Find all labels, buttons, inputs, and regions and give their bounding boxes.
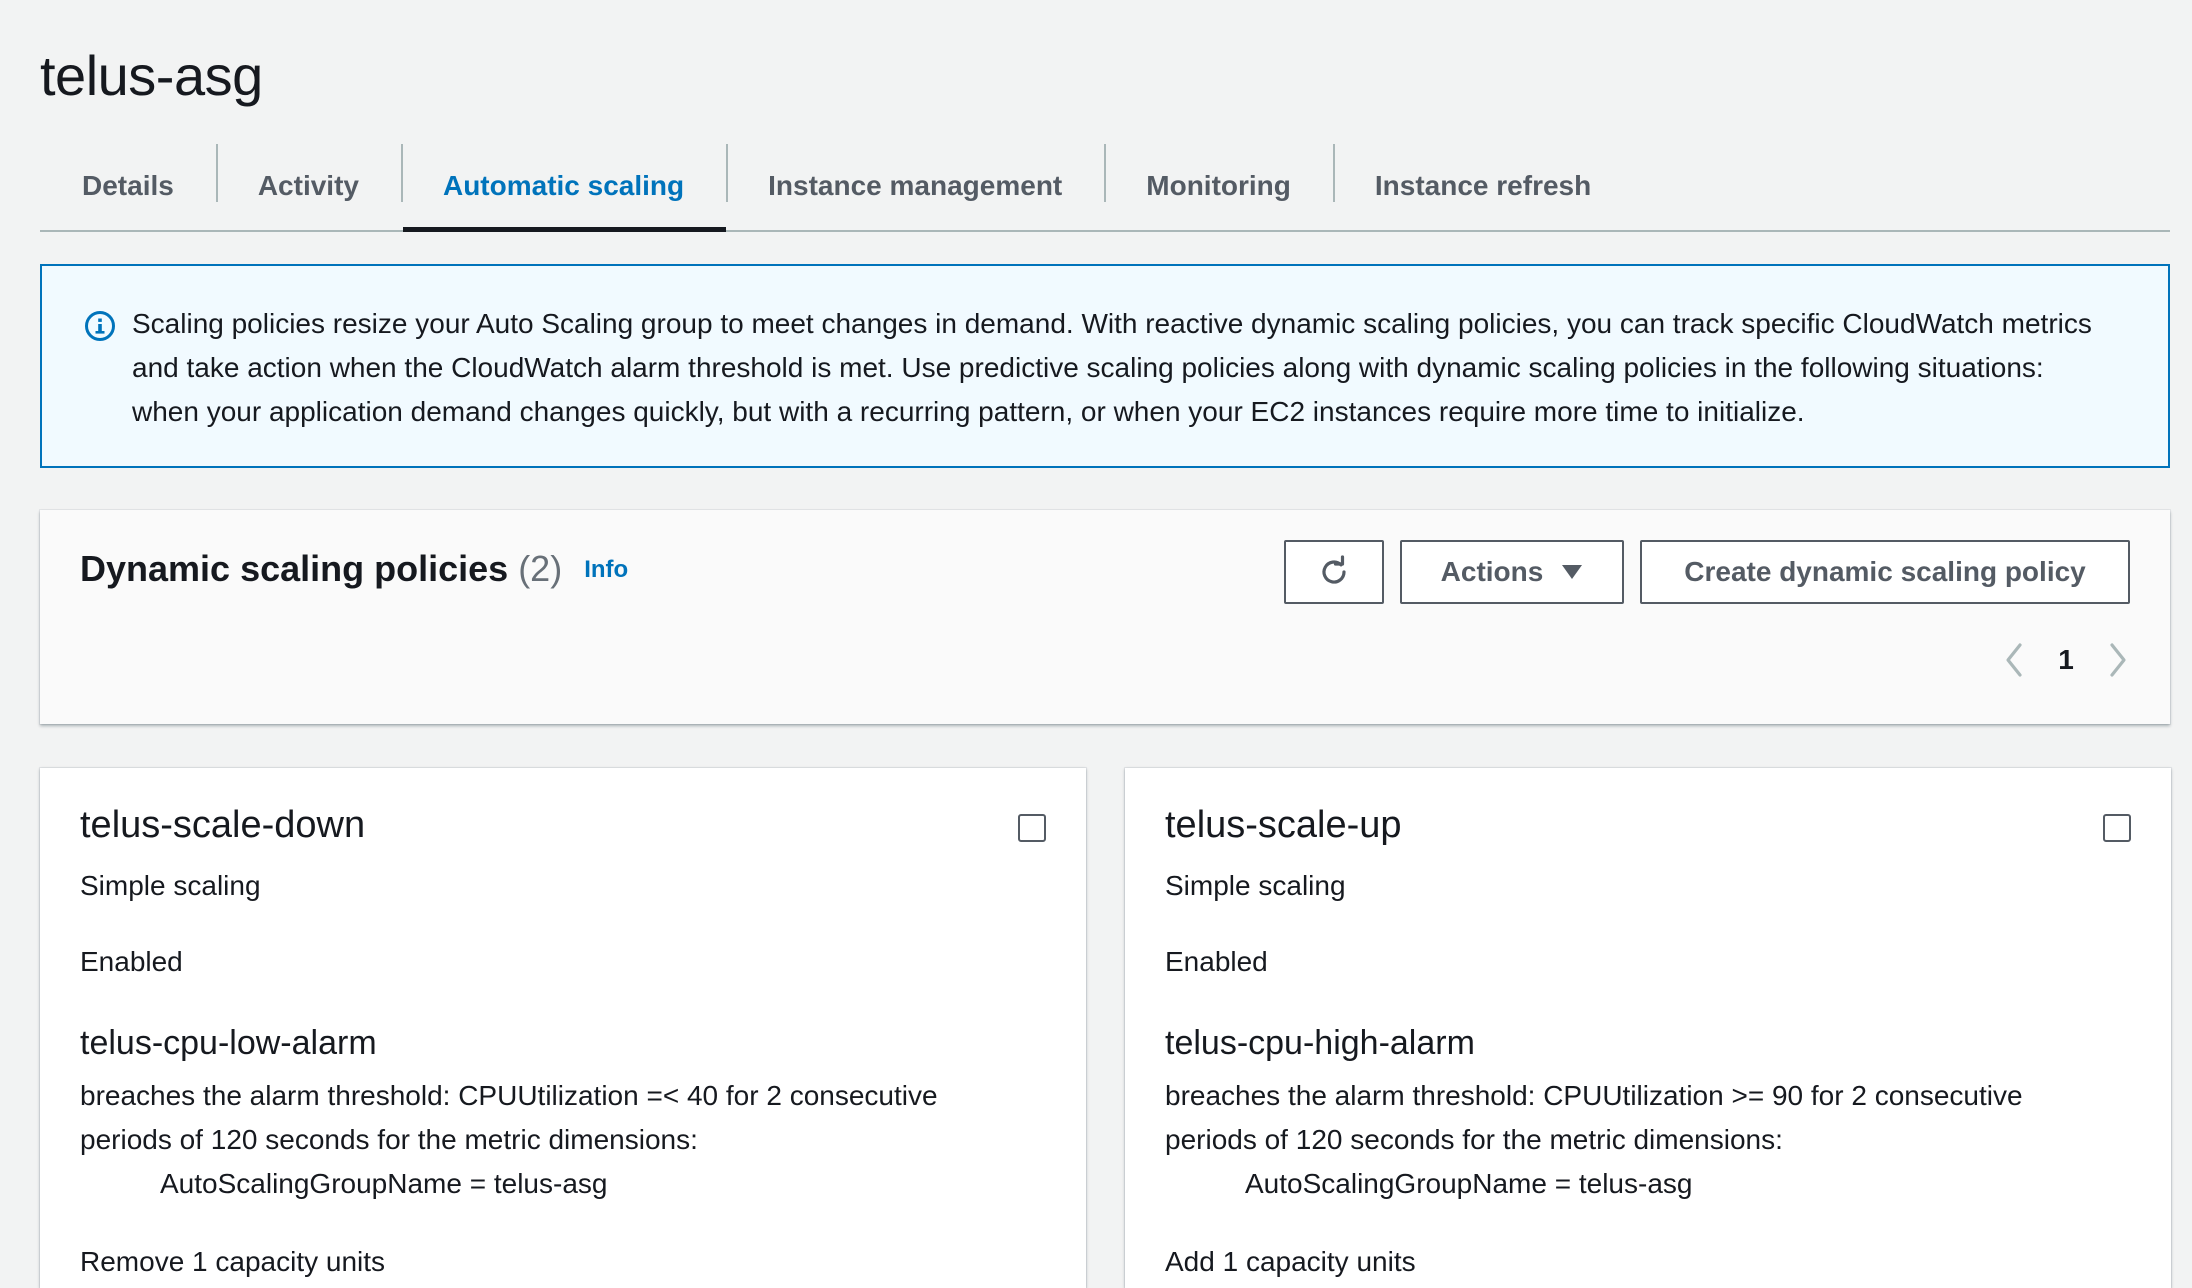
policy-name: telus-scale-down xyxy=(80,804,366,846)
pagination: 1 xyxy=(2002,630,2130,690)
create-dynamic-scaling-policy-button[interactable]: Create dynamic scaling policy xyxy=(1640,540,2130,604)
metric-dimension: AutoScalingGroupName = telus-asg xyxy=(1245,1168,1693,1199)
info-circle-icon xyxy=(85,311,115,341)
alarm-description-line: periods of 120 seconds for the metric di… xyxy=(80,1124,698,1155)
tab-list: Details Activity Automatic scaling Insta… xyxy=(40,142,2170,232)
tab-activity[interactable]: Activity xyxy=(215,142,401,230)
policy-card-scale-down: telus-scale-down Simple scaling Enabled … xyxy=(40,768,1086,1288)
dynamic-scaling-policies-panel: Dynamic scaling policies (2) Info Action… xyxy=(40,510,2170,724)
chevron-right-icon xyxy=(2110,643,2126,677)
next-page-button[interactable] xyxy=(2106,640,2130,680)
alarm-description-line: breaches the alarm threshold: CPUUtiliza… xyxy=(1165,1080,2023,1111)
policy-type: Simple scaling xyxy=(80,870,261,901)
policy-count: (2) xyxy=(518,548,563,589)
refresh-icon xyxy=(1322,555,1346,584)
actions-label: Actions xyxy=(1440,556,1544,587)
alarm-description: breaches the alarm threshold: CPUUtiliza… xyxy=(80,1074,1040,1162)
info-alert-line: Scaling policies resize your Auto Scalin… xyxy=(132,308,2092,339)
policy-status: Enabled xyxy=(80,946,183,977)
policy-select-checkbox[interactable] xyxy=(2103,814,2131,842)
alarm-name: telus-cpu-high-alarm xyxy=(1165,1024,1475,1062)
chevron-left-icon xyxy=(2006,643,2022,677)
alarm-description: breaches the alarm threshold: CPUUtiliza… xyxy=(1165,1074,2125,1162)
info-link[interactable]: Info xyxy=(584,556,628,583)
previous-page-button[interactable] xyxy=(2002,640,2026,680)
page-number-1[interactable]: 1 xyxy=(2056,644,2076,676)
scaling-action: Remove 1 capacity units xyxy=(80,1246,386,1277)
refresh-button[interactable] xyxy=(1284,540,1384,604)
info-alert: Scaling policies resize your Auto Scalin… xyxy=(40,264,2170,468)
info-alert-text: Scaling policies resize your Auto Scalin… xyxy=(132,302,2122,434)
tab-instance-management[interactable]: Instance management xyxy=(726,142,1104,230)
policy-name: telus-scale-up xyxy=(1165,804,1402,846)
page-title: telus-asg xyxy=(40,43,263,107)
panel-title-text: Dynamic scaling policies xyxy=(80,548,509,589)
tab-monitoring[interactable]: Monitoring xyxy=(1104,142,1333,230)
actions-dropdown-button[interactable]: Actions xyxy=(1400,540,1624,604)
tab-details[interactable]: Details xyxy=(40,142,216,230)
tab-automatic-scaling[interactable]: Automatic scaling xyxy=(400,142,727,232)
policy-card-scale-up: telus-scale-up Simple scaling Enabled te… xyxy=(1125,768,2171,1288)
info-alert-line: when your application demand changes qui… xyxy=(132,396,1805,427)
policy-type: Simple scaling xyxy=(1165,870,1346,901)
caret-down-icon xyxy=(1562,565,1583,579)
alarm-description-line: periods of 120 seconds for the metric di… xyxy=(1165,1124,1783,1155)
alarm-name: telus-cpu-low-alarm xyxy=(80,1024,377,1062)
info-alert-line: and take action when the CloudWatch alar… xyxy=(132,352,2044,383)
alarm-description-line: breaches the alarm threshold: CPUUtiliza… xyxy=(80,1080,938,1111)
policy-select-checkbox[interactable] xyxy=(1018,814,1046,842)
scaling-action: Add 1 capacity units xyxy=(1165,1246,1416,1277)
policy-status: Enabled xyxy=(1165,946,1268,977)
metric-dimension: AutoScalingGroupName = telus-asg xyxy=(160,1168,608,1199)
panel-title: Dynamic scaling policies (2) Info xyxy=(80,548,628,590)
tab-instance-refresh[interactable]: Instance refresh xyxy=(1332,142,1633,230)
